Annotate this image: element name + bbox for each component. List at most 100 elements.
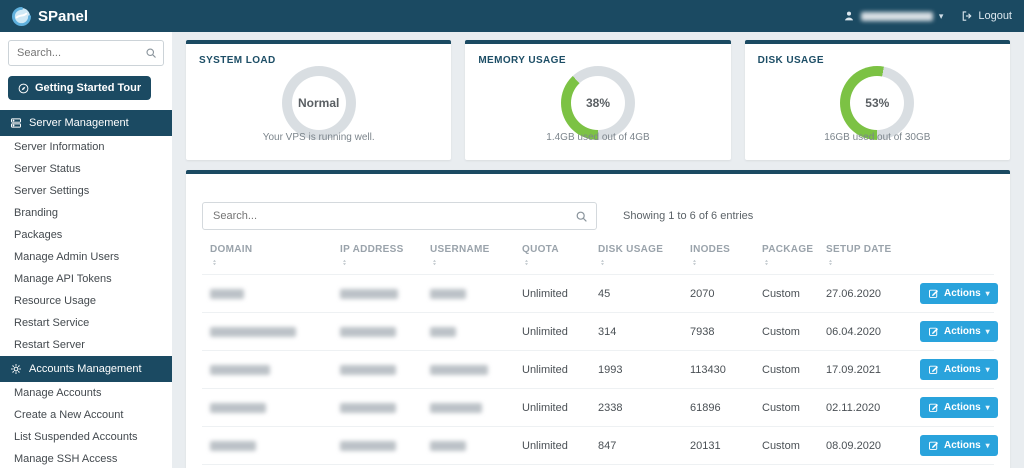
sidebar-item-branding[interactable]: Branding xyxy=(0,202,172,224)
column-domain[interactable]: DOMAIN xyxy=(202,238,332,275)
sidebar-item-manage-ssh-access[interactable]: Manage SSH Access xyxy=(0,448,172,468)
cell-disk-usage: 2338 xyxy=(590,388,682,427)
column-label: IP ADDRESS xyxy=(340,244,404,255)
sort-icon[interactable] xyxy=(522,257,582,268)
sort-icon[interactable] xyxy=(826,257,904,268)
cell-domain-redacted xyxy=(210,440,256,451)
sidebar-item-create-a-new-account[interactable]: Create a New Account xyxy=(0,404,172,426)
cell-setup-date: 27.06.2020 xyxy=(818,274,912,313)
logout-button[interactable]: Logout xyxy=(961,10,1012,22)
sidebar-item-resource-usage[interactable]: Resource Usage xyxy=(0,290,172,312)
accounts-table-card: Showing 1 to 6 of 6 entries DOMAIN IP ADD… xyxy=(186,170,1010,468)
table-header-row: DOMAIN IP ADDRESS USERNAME QUOTA DISK USAGE I… xyxy=(202,238,994,275)
table-row: Unlimited 45 2070 Custom 27.06.2020 Actions ▾ xyxy=(202,274,998,313)
sidebar-search-input[interactable] xyxy=(8,40,164,66)
column-quota[interactable]: QUOTA xyxy=(514,238,590,275)
actions-label: Actions xyxy=(944,364,981,375)
sort-icon[interactable] xyxy=(340,257,414,268)
sidebar-nav: Server Management Server Information Serve… xyxy=(0,110,172,468)
topbar-right: ▾ Logout xyxy=(843,10,1012,22)
sort-icon[interactable] xyxy=(598,257,674,268)
column-label: USERNAME xyxy=(430,244,490,255)
cell-username xyxy=(422,312,514,351)
cell-actions: Actions ▾ xyxy=(912,388,998,427)
table-body: Unlimited 45 2070 Custom 27.06.2020 Actions ▾ U… xyxy=(202,274,998,468)
cell-disk-usage: 218 xyxy=(590,464,682,468)
column-actions xyxy=(912,238,994,275)
sidebar-item-manage-accounts[interactable]: Manage Accounts xyxy=(0,382,172,404)
actions-button[interactable]: Actions ▾ xyxy=(920,359,998,380)
edit-icon xyxy=(928,326,939,337)
actions-button[interactable]: Actions ▾ xyxy=(920,435,998,456)
cell-ip-address xyxy=(332,464,422,468)
cell-domain-redacted xyxy=(210,364,270,375)
user-menu[interactable]: ▾ xyxy=(843,10,944,22)
sort-icon[interactable] xyxy=(430,257,506,268)
cell-disk-usage: 45 xyxy=(590,274,682,313)
sidebar-section-accounts-management[interactable]: Accounts Management xyxy=(0,356,172,382)
gauge-value: 38% xyxy=(585,96,610,110)
getting-started-tour-button[interactable]: Getting Started Tour xyxy=(8,76,152,100)
column-label: INODES xyxy=(690,244,731,255)
sidebar-item-server-settings[interactable]: Server Settings xyxy=(0,180,172,202)
sidebar-item-server-status[interactable]: Server Status xyxy=(0,158,172,180)
actions-button[interactable]: Actions ▾ xyxy=(920,321,998,342)
sort-icon[interactable] xyxy=(762,257,810,268)
logout-icon xyxy=(961,10,973,22)
column-disk-usage[interactable]: DISK USAGE xyxy=(590,238,682,275)
compass-icon xyxy=(18,83,29,94)
cell-inodes: 3423 xyxy=(682,464,754,468)
sidebar-item-manage-admin-users[interactable]: Manage Admin Users xyxy=(0,246,172,268)
gauge-subtext: 1.4GB used out of 4GB xyxy=(546,132,650,143)
actions-button[interactable]: Actions ▾ xyxy=(920,397,998,418)
cell-username xyxy=(422,274,514,313)
cell-ip-address-redacted xyxy=(340,326,396,337)
column-label: PACKAGE xyxy=(762,244,814,255)
cell-domain xyxy=(202,350,332,389)
sidebar-item-restart-server[interactable]: Restart Server xyxy=(0,334,172,356)
sidebar-item-restart-service[interactable]: Restart Service xyxy=(0,312,172,334)
gauge-subtext: Your VPS is running well. xyxy=(262,132,375,143)
topbar: SPanel ▾ Logout xyxy=(0,0,1024,32)
cell-domain-redacted xyxy=(210,288,244,299)
sidebar-item-packages[interactable]: Packages xyxy=(0,224,172,246)
chevron-down-icon: ▾ xyxy=(938,10,944,21)
cell-ip-address-redacted xyxy=(340,364,396,375)
cell-actions: Actions ▾ xyxy=(912,312,998,351)
sort-icon[interactable] xyxy=(690,257,746,268)
sidebar-item-list-suspended-accounts[interactable]: List Suspended Accounts xyxy=(0,426,172,448)
cell-quota: Unlimited xyxy=(514,426,590,465)
cell-setup-date: 08.09.2020 xyxy=(818,426,912,465)
cell-disk-usage: 1993 xyxy=(590,350,682,389)
cell-actions: Actions ▾ xyxy=(912,426,998,465)
edit-icon xyxy=(928,288,939,299)
column-username[interactable]: USERNAME xyxy=(422,238,514,275)
cell-domain xyxy=(202,426,332,465)
cell-ip-address xyxy=(332,274,422,313)
sort-icon[interactable] xyxy=(210,257,324,268)
chevron-down-icon: ▾ xyxy=(985,289,990,298)
cell-username xyxy=(422,426,514,465)
search-icon xyxy=(575,210,588,223)
column-inodes[interactable]: INODES xyxy=(682,238,754,275)
edit-icon xyxy=(928,364,939,375)
cell-username-redacted xyxy=(430,326,456,337)
table-search-input[interactable] xyxy=(202,202,597,230)
column-package[interactable]: PACKAGE xyxy=(754,238,818,275)
cell-package: Custom xyxy=(754,274,818,313)
sidebar-section-label: Accounts Management xyxy=(29,363,142,375)
column-ip-address[interactable]: IP ADDRESS xyxy=(332,238,422,275)
actions-label: Actions xyxy=(944,440,981,451)
actions-button[interactable]: Actions ▾ xyxy=(920,283,998,304)
cell-quota: Unlimited xyxy=(514,388,590,427)
column-setup-date[interactable]: SETUP DATE xyxy=(818,238,912,275)
brand[interactable]: SPanel xyxy=(12,6,88,26)
cell-package: Custom xyxy=(754,426,818,465)
sidebar-section-server-management[interactable]: Server Management xyxy=(0,110,172,136)
edit-icon xyxy=(928,440,939,451)
sidebar-item-server-information[interactable]: Server Information xyxy=(0,136,172,158)
cell-ip-address xyxy=(332,388,422,427)
sidebar-item-manage-api-tokens[interactable]: Manage API Tokens xyxy=(0,268,172,290)
username-redacted xyxy=(860,11,933,21)
cell-username-redacted xyxy=(430,402,482,413)
